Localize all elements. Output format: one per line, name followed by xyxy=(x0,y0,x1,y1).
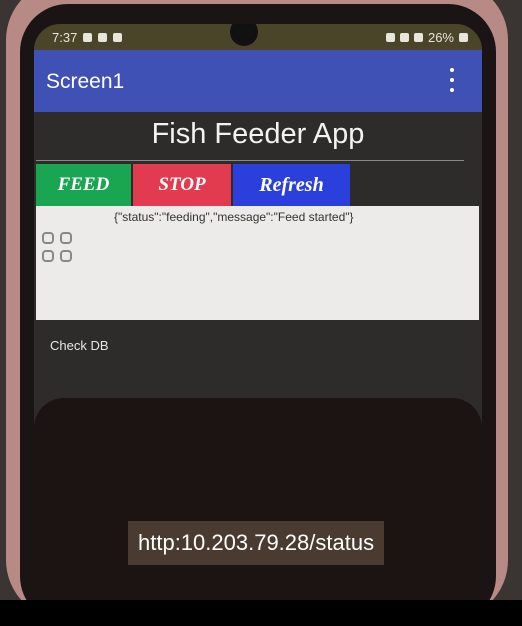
stop-button[interactable]: STOP xyxy=(133,164,231,206)
grid-icon xyxy=(42,232,78,266)
camera-notch xyxy=(230,24,258,46)
menu-overflow-icon[interactable] xyxy=(450,68,456,92)
response-text: {"status":"feeding","message":"Feed star… xyxy=(114,210,354,224)
page-title: Fish Feeder App xyxy=(151,118,365,150)
divider xyxy=(36,160,464,161)
photo-scene: 7:37 26% Screen1 Fish Feeder App FEED ST… xyxy=(0,0,522,600)
url-caption: http:10.203.79.28/status xyxy=(128,521,385,565)
notification-icon xyxy=(98,33,108,42)
signal-icon xyxy=(399,33,409,42)
notification-icon xyxy=(113,33,123,42)
screen-dark-area xyxy=(34,398,482,600)
response-panel: {"status":"feeding","message":"Feed star… xyxy=(36,206,479,320)
notification-icon xyxy=(83,33,93,42)
signal-icon xyxy=(413,33,423,42)
phone-screen: 7:37 26% Screen1 Fish Feeder App FEED ST… xyxy=(34,24,482,600)
app-title: Screen1 xyxy=(46,70,125,93)
bottom-black-bar xyxy=(0,600,522,626)
wifi-icon xyxy=(385,33,395,42)
refresh-button[interactable]: Refresh xyxy=(233,164,350,206)
status-time: 7:37 xyxy=(52,30,78,45)
feed-button[interactable]: FEED xyxy=(36,164,131,206)
battery-level: 26% xyxy=(427,30,454,45)
app-bar: Screen1 xyxy=(34,50,482,112)
status-bar: 7:37 26% xyxy=(34,24,482,50)
battery-icon xyxy=(459,33,468,42)
check-db-label[interactable]: Check DB xyxy=(50,338,109,353)
